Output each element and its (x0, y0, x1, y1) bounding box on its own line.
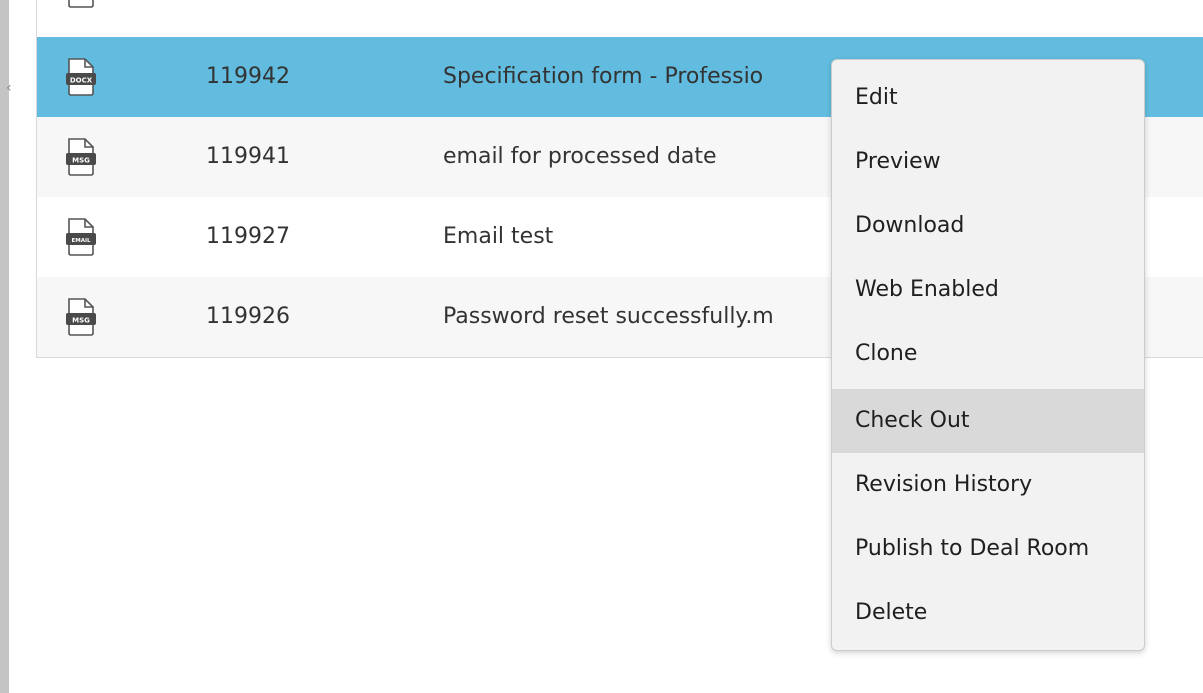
document-name: Password reset successfully.m (443, 304, 774, 329)
splitter-handle-icon[interactable]: ‹ (6, 80, 12, 96)
table-row[interactable] (37, 0, 1203, 11)
menu-item-clone[interactable]: Clone (832, 322, 1144, 386)
document-id: 119941 (206, 144, 290, 169)
menu-item-delete[interactable]: Delete (832, 581, 1144, 645)
email-file-icon: EMAIL (66, 218, 96, 256)
menu-item-revision-history[interactable]: Revision History (832, 453, 1144, 517)
menu-item-publish-to-deal-room[interactable]: Publish to Deal Room (832, 517, 1144, 581)
docx-file-icon: DOCX (66, 58, 96, 96)
document-name: email for processed date (443, 144, 717, 169)
menu-item-web-enabled[interactable]: Web Enabled (832, 258, 1144, 322)
menu-item-preview[interactable]: Preview (832, 130, 1144, 194)
document-name: Specification form - Professio (443, 64, 764, 89)
document-id: 119926 (206, 304, 290, 329)
menu-item-check-out[interactable]: Check Out (832, 389, 1144, 453)
file-type-badge: EMAIL (71, 238, 91, 244)
context-menu: Edit Preview Download Web Enabled Clone … (831, 59, 1145, 651)
document-name: Email test (443, 224, 554, 249)
msg-file-icon: MSG (66, 138, 96, 176)
msg-file-icon: MSG (66, 298, 96, 336)
document-id: 119942 (206, 64, 290, 89)
menu-item-download[interactable]: Download (832, 194, 1144, 258)
file-type-badge: DOCX (70, 77, 93, 85)
menu-item-edit[interactable]: Edit (832, 66, 1144, 130)
document-id: 119927 (206, 224, 290, 249)
file-type-badge: MSG (72, 157, 90, 165)
file-document-icon (68, 0, 94, 8)
file-type-badge: MSG (72, 317, 90, 325)
left-panel-edge[interactable] (0, 0, 9, 693)
